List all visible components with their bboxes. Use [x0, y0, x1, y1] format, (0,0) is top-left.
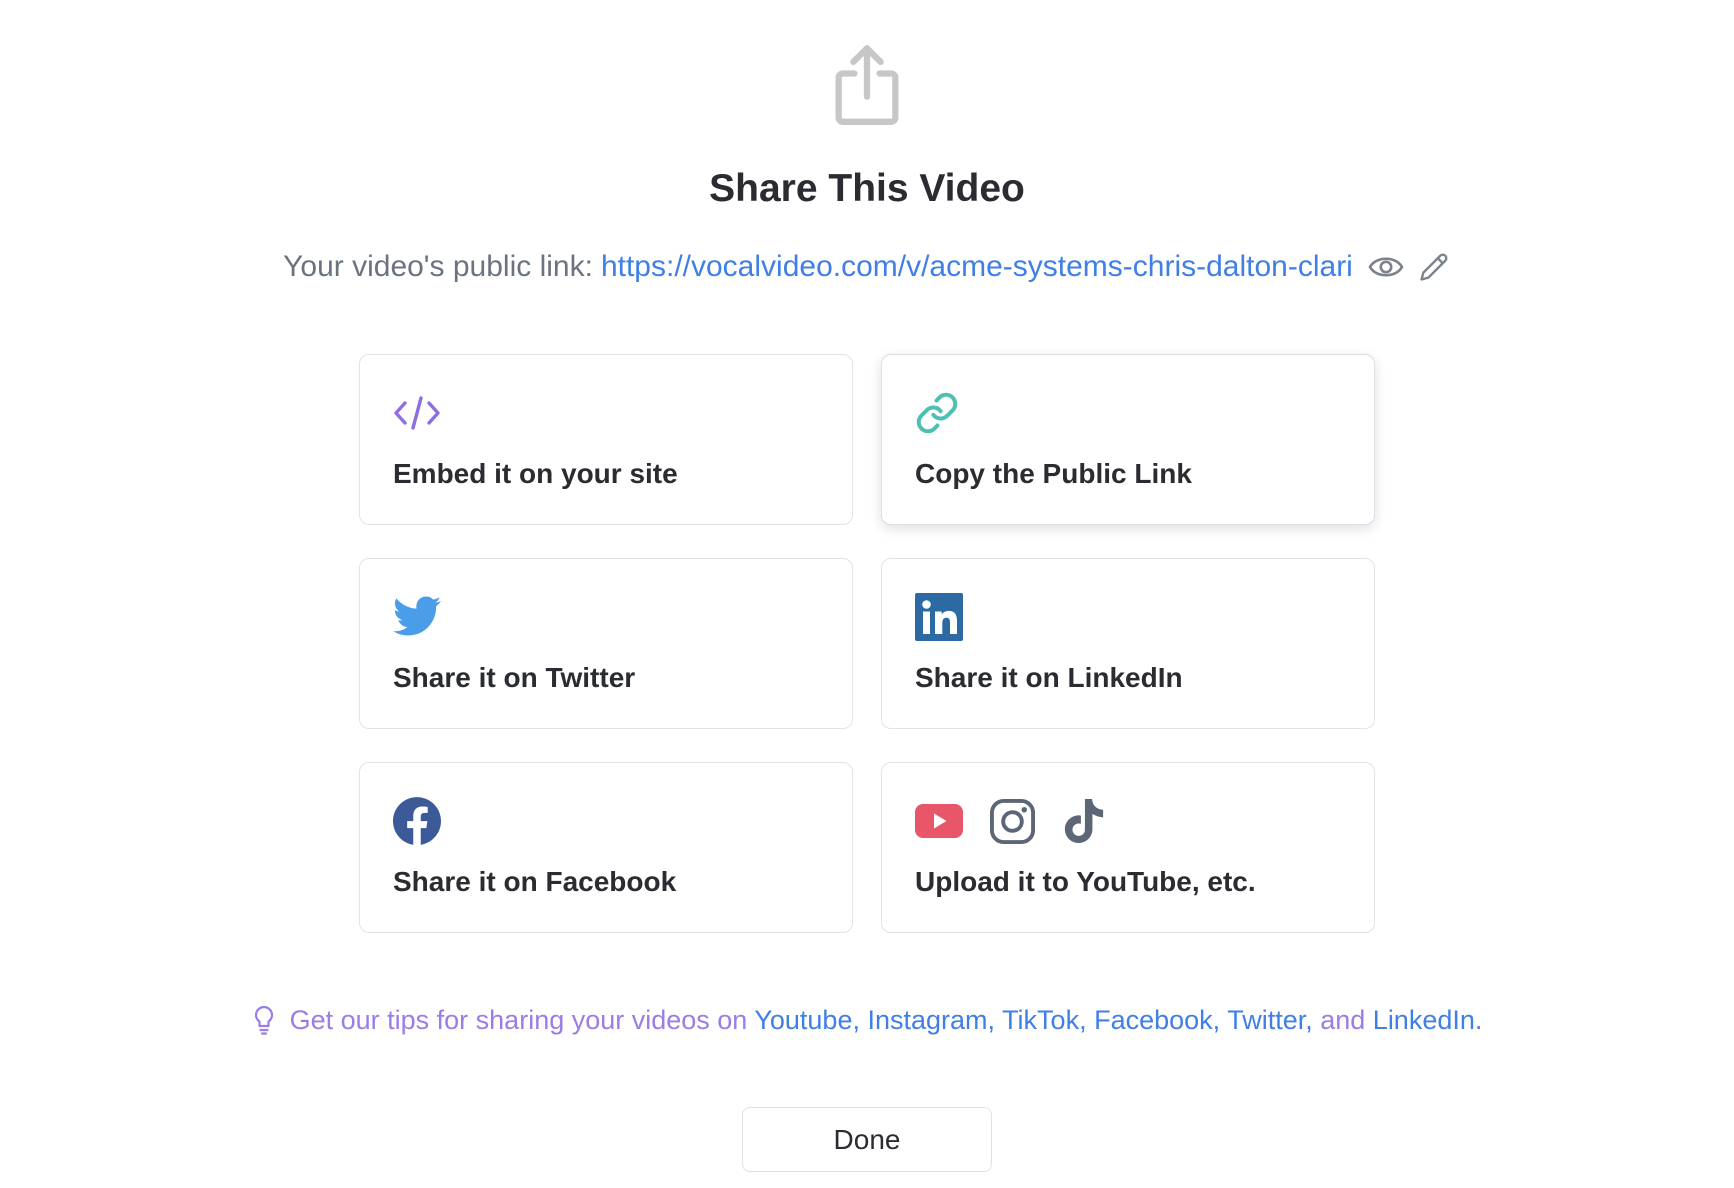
- tips-text: Get our tips for sharing your videos on: [289, 1004, 755, 1035]
- embed-option-card[interactable]: Embed it on your site: [359, 354, 853, 525]
- copy-link-option-card[interactable]: Copy the Public Link: [881, 354, 1375, 525]
- tips-link-facebook[interactable]: Facebook: [1094, 1005, 1213, 1035]
- facebook-option-label: Share it on Facebook: [393, 866, 677, 897]
- edit-link-button[interactable]: [1417, 250, 1451, 284]
- upload-option-card[interactable]: Upload it to YouTube, etc.: [881, 762, 1375, 933]
- tips-link-instagram[interactable]: Instagram: [867, 1005, 987, 1035]
- public-link-label: Your video's public link:: [283, 250, 593, 283]
- tips-period: .: [1474, 1004, 1483, 1035]
- linkedin-option-card[interactable]: Share it on LinkedIn: [881, 558, 1375, 729]
- preview-link-button[interactable]: [1367, 251, 1405, 283]
- link-icon: [916, 392, 958, 434]
- tips-link-linkedin[interactable]: LinkedIn: [1373, 1005, 1475, 1035]
- pencil-icon: [1420, 253, 1448, 281]
- eye-icon: [1368, 257, 1404, 277]
- upload-option-label: Upload it to YouTube, etc.: [915, 866, 1256, 897]
- tips-separator: ,: [1079, 1004, 1095, 1035]
- twitter-option-card[interactable]: Share it on Twitter: [359, 558, 853, 729]
- youtube-icon: [915, 804, 963, 838]
- done-button[interactable]: Done: [742, 1107, 992, 1172]
- tips-link-youtube[interactable]: Youtube: [754, 1005, 852, 1035]
- share-options-grid: Embed it on your site Copy the Public Li…: [359, 354, 1375, 933]
- linkedin-icon: [915, 593, 963, 641]
- tips-link-tiktok[interactable]: TikTok: [1002, 1005, 1079, 1035]
- twitter-icon: [393, 596, 441, 636]
- dialog-title: Share This Video: [709, 167, 1025, 210]
- tips-separator: ,: [852, 1004, 868, 1035]
- instagram-icon: [989, 798, 1036, 844]
- tips-conjunction: and: [1320, 1004, 1373, 1035]
- share-upload-icon: [835, 45, 899, 125]
- tips-separator: ,: [1212, 1004, 1228, 1035]
- public-link-row: Your video's public link: https://vocalv…: [0, 246, 1734, 288]
- copy-link-option-label: Copy the Public Link: [915, 458, 1192, 489]
- sharing-tips: Get our tips for sharing your videos on …: [0, 1000, 1734, 1040]
- tips-link-twitter[interactable]: Twitter: [1227, 1005, 1305, 1035]
- tips-separator: ,: [1305, 1004, 1321, 1035]
- embed-option-label: Embed it on your site: [393, 458, 678, 489]
- tips-separator: ,: [987, 1004, 1003, 1035]
- code-icon: [394, 396, 440, 430]
- twitter-option-label: Share it on Twitter: [393, 662, 636, 693]
- lightbulb-icon: [254, 1005, 273, 1035]
- tiktok-icon: [1064, 799, 1104, 844]
- public-link[interactable]: https://vocalvideo.com/v/acme-systems-ch…: [601, 250, 1353, 284]
- linkedin-option-label: Share it on LinkedIn: [915, 662, 1183, 693]
- facebook-option-card[interactable]: Share it on Facebook: [359, 762, 853, 933]
- facebook-icon: [393, 797, 441, 845]
